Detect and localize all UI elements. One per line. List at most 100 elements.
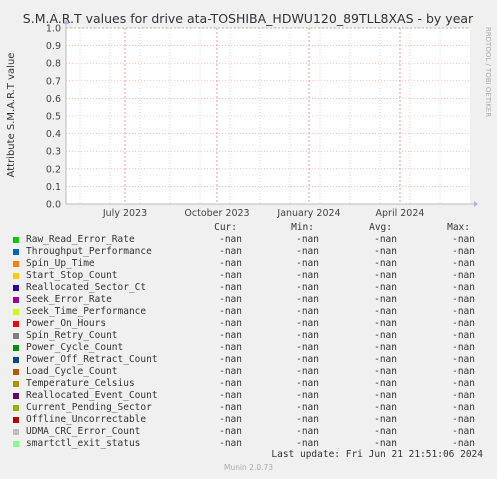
legend-swatch xyxy=(13,333,19,339)
y-tick-label: 0.0 xyxy=(46,200,61,211)
legend-row: Reallocated_Sector_Ct -nan -nan -nan -nan xyxy=(0,282,497,294)
legend-row: UDMA_CRC_Error_Count -nan -nan -nan -nan xyxy=(0,426,497,438)
y-tick-label: 0.4 xyxy=(46,129,61,140)
y-tick-label: 0.8 xyxy=(46,59,61,70)
series-cur: -nan xyxy=(219,270,242,281)
x-tick-label: April 2024 xyxy=(376,208,425,219)
series-cur: -nan xyxy=(219,330,242,341)
legend-row: Power_On_Hours -nan -nan -nan -nan xyxy=(0,318,497,330)
series-max: -nan xyxy=(452,390,475,401)
y-tick-label: 1.0 xyxy=(46,24,61,35)
series-min: -nan xyxy=(296,438,319,449)
series-name: Spin_Up_Time xyxy=(26,258,95,269)
series-cur: -nan xyxy=(219,426,242,437)
series-name: Temperature_Celsius xyxy=(26,378,135,389)
last-update: Last update: Fri Jun 21 21:51:06 2024 xyxy=(271,449,483,460)
series-avg: -nan xyxy=(374,258,397,269)
legend-swatch xyxy=(13,441,19,447)
series-min: -nan xyxy=(296,258,319,269)
series-name: Throughput_Performance xyxy=(26,246,152,257)
series-max: -nan xyxy=(452,270,475,281)
series-avg: -nan xyxy=(374,306,397,317)
legend-header-max: Max: xyxy=(447,222,470,233)
legend-row: Start_Stop_Count -nan -nan -nan -nan xyxy=(0,270,497,282)
series-avg: -nan xyxy=(374,330,397,341)
series-min: -nan xyxy=(296,354,319,365)
series-max: -nan xyxy=(452,402,475,413)
x-tick-label: October 2023 xyxy=(184,208,249,219)
y-tick-label: 0.1 xyxy=(46,182,61,193)
legend-row: Temperature_Celsius -nan -nan -nan -nan xyxy=(0,378,497,390)
series-avg: -nan xyxy=(374,282,397,293)
y-tick-label: 0.2 xyxy=(46,164,61,175)
series-min: -nan xyxy=(296,282,319,293)
legend-swatch xyxy=(13,273,19,279)
chart-title: S.M.A.R.T values for drive ata-TOSHIBA_H… xyxy=(23,11,474,26)
series-max: -nan xyxy=(452,330,475,341)
series-min: -nan xyxy=(296,390,319,401)
series-cur: -nan xyxy=(219,258,242,269)
legend-row: Power_Cycle_Count -nan -nan -nan -nan xyxy=(0,342,497,354)
series-min: -nan xyxy=(296,318,319,329)
legend-swatch xyxy=(13,261,19,267)
series-cur: -nan xyxy=(219,378,242,389)
legend-swatch xyxy=(13,405,19,411)
series-min: -nan xyxy=(296,378,319,389)
x-tick-label: July 2023 xyxy=(102,208,147,219)
y-tick-label: 0.7 xyxy=(46,76,61,87)
series-name: Power_On_Hours xyxy=(26,318,107,329)
series-name: Seek_Time_Performance xyxy=(26,306,147,317)
series-name: Power_Off_Retract_Count xyxy=(26,354,158,365)
legend-swatch xyxy=(13,393,19,399)
legend-row: Load_Cycle_Count -nan -nan -nan -nan xyxy=(0,366,497,378)
series-name: Load_Cycle_Count xyxy=(26,366,118,377)
series-cur: -nan xyxy=(219,294,242,305)
series-max: -nan xyxy=(452,378,475,389)
series-max: -nan xyxy=(452,426,475,437)
series-min: -nan xyxy=(296,246,319,257)
y-tick-label: 0.5 xyxy=(46,112,61,123)
y-tick-label: 0.6 xyxy=(46,94,61,105)
series-avg: -nan xyxy=(374,354,397,365)
series-cur: -nan xyxy=(219,342,242,353)
series-name: Seek_Error_Rate xyxy=(26,294,112,305)
series-avg: -nan xyxy=(374,318,397,329)
series-avg: -nan xyxy=(374,294,397,305)
series-cur: -nan xyxy=(219,390,242,401)
y-tick-label: 0.3 xyxy=(46,147,61,158)
series-max: -nan xyxy=(452,306,475,317)
series-cur: -nan xyxy=(219,234,242,245)
series-avg: -nan xyxy=(374,366,397,377)
legend-row: Current_Pending_Sector -nan -nan -nan -nan xyxy=(0,402,497,414)
legend-swatch xyxy=(13,285,19,291)
series-min: -nan xyxy=(296,366,319,377)
legend-row: Seek_Time_Performance -nan -nan -nan -nan xyxy=(0,306,497,318)
legend-row: Reallocated_Event_Count -nan -nan -nan -nan xyxy=(0,390,497,402)
series-min: -nan xyxy=(296,270,319,281)
series-min: -nan xyxy=(296,330,319,341)
series-avg: -nan xyxy=(374,426,397,437)
series-name: Raw_Read_Error_Rate xyxy=(26,234,135,245)
series-name: Current_Pending_Sector xyxy=(26,402,152,413)
y-axis-label: Attribute S.M.A.R.T value xyxy=(6,53,17,178)
series-min: -nan xyxy=(296,342,319,353)
series-cur: -nan xyxy=(219,366,242,377)
series-avg: -nan xyxy=(374,402,397,413)
series-min: -nan xyxy=(296,426,319,437)
legend-row: Offline_Uncorrectable -nan -nan -nan -nan xyxy=(0,414,497,426)
series-min: -nan xyxy=(296,414,319,425)
legend-swatch xyxy=(13,345,19,351)
series-cur: -nan xyxy=(219,438,242,449)
series-avg: -nan xyxy=(374,270,397,281)
legend-header-cur: Cur: xyxy=(214,222,237,233)
series-max: -nan xyxy=(452,234,475,245)
series-name: smartctl_exit_status xyxy=(26,438,141,449)
series-name: Power_Cycle_Count xyxy=(26,342,124,353)
series-avg: -nan xyxy=(374,234,397,245)
series-max: -nan xyxy=(452,354,475,365)
legend-swatch xyxy=(13,237,19,243)
legend-swatch xyxy=(13,357,19,363)
series-name: Reallocated_Event_Count xyxy=(26,390,158,401)
series-max: -nan xyxy=(452,318,475,329)
series-avg: -nan xyxy=(374,342,397,353)
